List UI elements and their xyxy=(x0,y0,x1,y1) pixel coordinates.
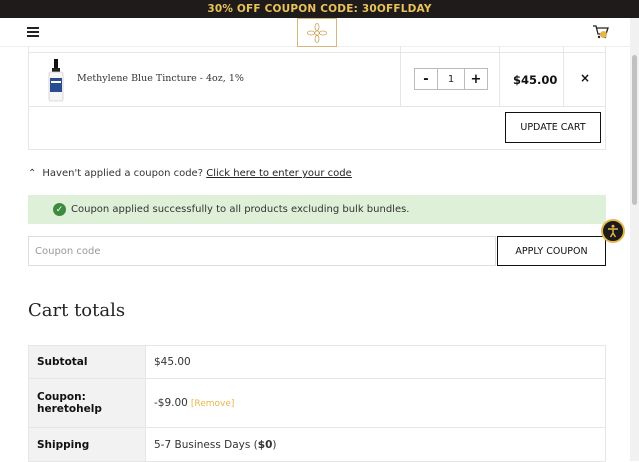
site-logo[interactable] xyxy=(297,18,337,47)
product-name-link[interactable]: Methylene Blue Tincture - 4oz, 1% xyxy=(77,73,244,84)
coupon-label-code: heretohelp xyxy=(37,403,102,415)
shipping-value: 5-7 Business Days ($0) xyxy=(145,427,606,462)
coupon-prompt: Haven't applied a coupon code? xyxy=(42,168,204,179)
subtotal-row: Subtotal $45.00 xyxy=(28,345,606,379)
promo-banner: 30% OFF COUPON CODE: 30OFFLDAY xyxy=(0,0,639,18)
shipping-method: 5-7 Business Days ( xyxy=(154,438,258,451)
apply-coupon-button[interactable]: APPLY COUPON xyxy=(497,236,606,266)
item-price: $45.00 xyxy=(513,73,558,87)
remove-coupon-link[interactable]: [Remove] xyxy=(191,399,235,409)
subtotal-value: $45.00 xyxy=(145,345,606,379)
coupon-row: Coupon: heretohelp -$9.00 [Remove] xyxy=(28,378,606,428)
accessibility-icon xyxy=(608,224,618,238)
accessibility-button[interactable] xyxy=(601,219,625,243)
coupon-success-notice: ✓ Coupon applied successfully to all pro… xyxy=(28,195,606,224)
coupon-toggle: ⌃ Haven't applied a coupon code? Click he… xyxy=(28,168,352,179)
shipping-close: ) xyxy=(272,438,277,451)
quantity-stepper[interactable]: - + xyxy=(414,68,488,90)
enter-coupon-link[interactable]: Click here to enter your code xyxy=(206,168,352,179)
coupon-value-cell: -$9.00 [Remove] xyxy=(145,378,606,428)
cart-totals-table: Subtotal $45.00 Coupon: heretohelp -$9.0… xyxy=(28,345,606,462)
coupon-label: Coupon: heretohelp xyxy=(28,378,146,428)
shipping-row: Shipping 5-7 Business Days ($0) xyxy=(28,427,606,462)
quantity-decrease-button[interactable]: - xyxy=(415,69,437,89)
subtotal-label: Subtotal xyxy=(28,345,146,379)
site-header xyxy=(0,18,630,47)
cart-item-row: Methylene Blue Tincture - 4oz, 1% - + $4… xyxy=(29,52,605,107)
chevron-up-icon: ⌃ xyxy=(28,168,37,179)
coupon-code-input[interactable] xyxy=(28,236,496,266)
quantity-increase-button[interactable]: + xyxy=(465,69,487,89)
quantity-input[interactable] xyxy=(437,69,465,89)
notice-text: Coupon applied successfully to all produ… xyxy=(71,204,410,215)
flower-logo-icon xyxy=(307,22,327,43)
remove-item-button[interactable]: × xyxy=(580,71,590,85)
scrollbar-thumb[interactable] xyxy=(632,55,637,205)
shipping-label: Shipping xyxy=(28,427,146,462)
cart-table: Methylene Blue Tincture - 4oz, 1% - + $4… xyxy=(28,46,606,150)
update-cart-button[interactable]: UPDATE CART xyxy=(505,112,601,143)
product-image[interactable] xyxy=(45,58,67,102)
cart-count-badge xyxy=(600,31,607,38)
check-circle-icon: ✓ xyxy=(53,203,66,216)
cart-totals-heading: Cart totals xyxy=(28,300,126,321)
hamburger-icon[interactable] xyxy=(27,27,39,37)
coupon-label-prefix: Coupon: xyxy=(37,391,86,403)
shipping-amount: $0 xyxy=(257,438,273,451)
coupon-discount: -$9.00 xyxy=(154,397,188,409)
promo-text: 30% OFF COUPON CODE: 30OFFLDAY xyxy=(207,3,432,15)
